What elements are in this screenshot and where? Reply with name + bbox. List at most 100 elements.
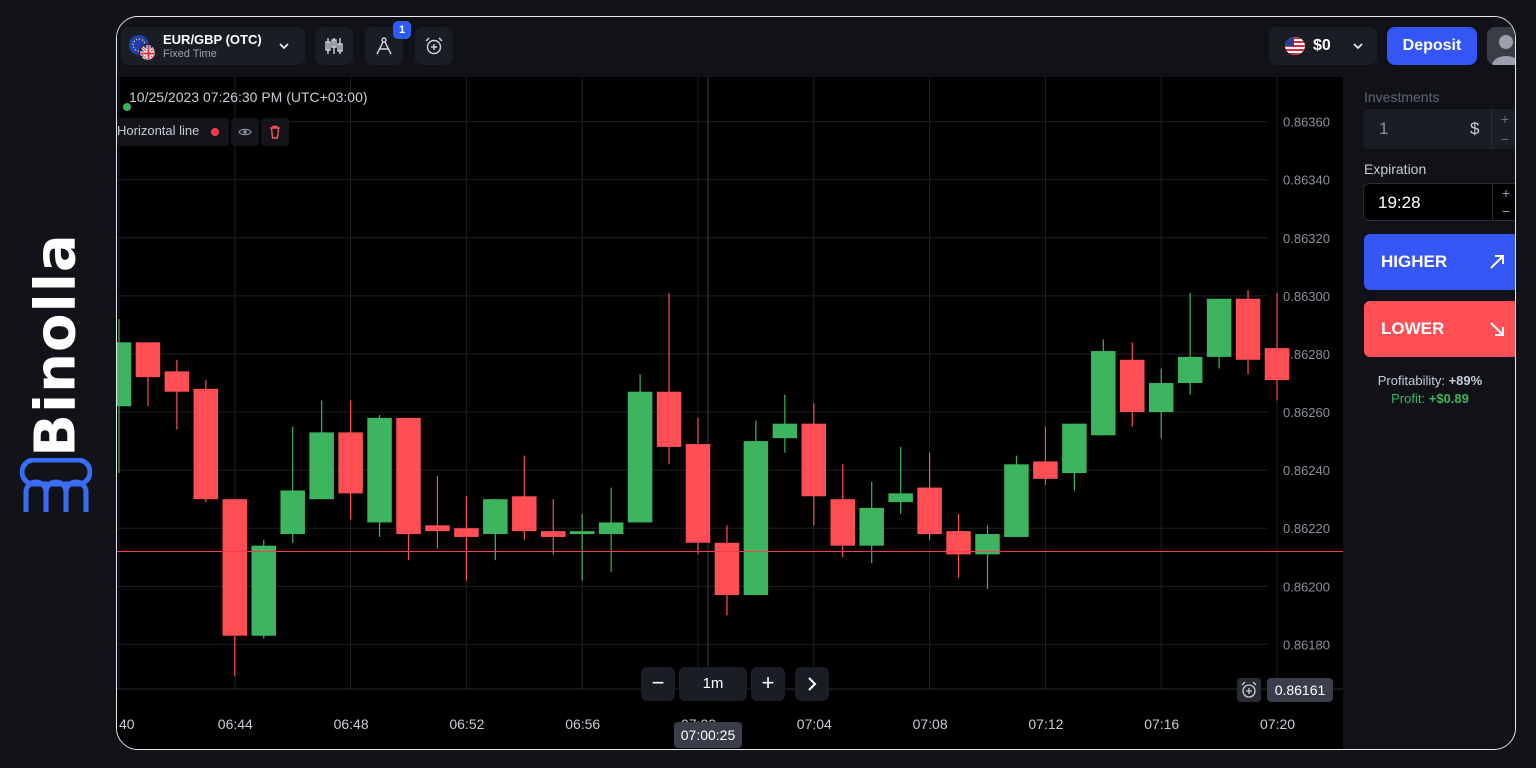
candle-up (1177, 356, 1203, 383)
profit-label: Profit: (1391, 391, 1426, 406)
y-tick-label: 0.86340 (1283, 173, 1330, 188)
candle-down (946, 531, 971, 555)
lower-label: LOWER (1381, 319, 1445, 338)
investment-value: 1 (1379, 119, 1389, 138)
y-tick-label: 0.86180 (1283, 637, 1330, 652)
zoom-in-button[interactable]: + (751, 667, 785, 701)
indicators-button[interactable] (315, 27, 353, 65)
timeframe-selector[interactable]: 1m (679, 667, 747, 701)
investment-decrease-button[interactable]: − (1492, 129, 1515, 149)
y-tick-label: 0.86360 (1283, 115, 1330, 130)
trading-app-window: EUR/GBP (OTC) Fixed Time 1 $0 Deposit 0.… (116, 16, 1516, 750)
investment-field[interactable]: 1 $ + − (1363, 109, 1515, 149)
candle-up (367, 417, 392, 523)
toggle-visibility-button[interactable] (231, 118, 259, 146)
brand-block: Binolla (14, 233, 98, 520)
y-tick-label: 0.86240 (1283, 463, 1330, 478)
expiration-label: Expiration (1364, 161, 1427, 177)
expiration-field[interactable]: 19:28 + − (1363, 183, 1515, 221)
avatar[interactable] (1487, 27, 1515, 65)
trash-icon (270, 125, 280, 139)
candle-down (1033, 461, 1058, 479)
candle-down (830, 499, 855, 546)
y-tick-label: 0.86320 (1283, 231, 1330, 246)
currency-pair-flags-icon (129, 35, 157, 61)
candle-up (117, 342, 132, 407)
crosshair-time-label: 07:00:25 (674, 722, 742, 748)
chevron-down-icon (1353, 43, 1363, 50)
asset-name: EUR/GBP (OTC) (163, 32, 262, 47)
eye-icon (238, 128, 252, 136)
lower-button[interactable]: LOWER (1364, 301, 1515, 357)
x-tick-label: 06:48 (334, 716, 369, 732)
currency-symbol: $ (1470, 119, 1480, 138)
candle-down (193, 388, 219, 500)
y-tick-label: 0.86200 (1283, 579, 1330, 594)
investments-label: Investments (1364, 89, 1440, 105)
candlestick-chart[interactable]: 0.86360 0.86340 0.86320 0.86300 0.86280 0.862… (117, 77, 1343, 750)
x-tick-label: 07:12 (1028, 716, 1063, 732)
higher-button[interactable]: HIGHER (1364, 234, 1515, 290)
brand-logo-icon (20, 458, 92, 512)
horizontal-line-drawing-tag: Horizontal line (117, 118, 291, 146)
horizontal-line-label[interactable]: Horizontal line (117, 118, 229, 146)
horizontal-line-label-text: Horizontal line (117, 123, 200, 138)
drawings-count-badge: 1 (393, 21, 411, 39)
higher-label: HIGHER (1381, 252, 1448, 271)
deposit-button[interactable]: Deposit (1387, 27, 1477, 65)
candle-up (251, 545, 276, 636)
alerts-button[interactable] (415, 27, 453, 65)
candle-up (1004, 464, 1029, 537)
profit-row: Profit: +$0.89 (1343, 391, 1515, 406)
alarm-clock-add-icon (425, 37, 443, 55)
expiration-decrease-button[interactable]: − (1493, 202, 1515, 220)
timestamp-text: 10/25/2023 07:26:30 PM (UTC+03:00) (129, 89, 368, 105)
candle-down (164, 371, 190, 392)
candle-down (222, 499, 248, 636)
expiration-increase-button[interactable]: + (1493, 184, 1515, 202)
candles-icon (325, 38, 343, 54)
candle-up (627, 391, 653, 523)
profitability-row: Profitability: +89% (1343, 373, 1515, 388)
price-alert-button[interactable] (1237, 678, 1261, 702)
asset-selector[interactable]: EUR/GBP (OTC) Fixed Time (121, 27, 305, 65)
candle-down (454, 528, 479, 537)
y-tick-label: 0.86300 (1283, 289, 1330, 304)
x-tick-label: 40 (119, 716, 135, 732)
candle-down (396, 417, 421, 535)
zoom-out-button[interactable]: − (641, 667, 675, 701)
investment-increase-button[interactable]: + (1492, 109, 1515, 129)
candle-up (772, 423, 798, 439)
line-color-dot (211, 128, 219, 136)
screenshot-stage: Binolla EUR/GBP (OTC) Fixed Time 1 $0 De… (0, 0, 1536, 768)
scroll-forward-button[interactable] (795, 667, 829, 701)
balance-amount: $0 (1313, 37, 1331, 54)
expiration-value: 19:28 (1378, 193, 1421, 212)
price-chart[interactable]: 0.86360 0.86340 0.86320 0.86300 0.86280 0.862… (117, 77, 1343, 750)
trade-panel: Investments 1 $ + − Expiration 19:28 + −… (1343, 77, 1515, 749)
y-tick-label: 0.86260 (1283, 405, 1330, 420)
drawing-tools-button[interactable]: 1 (365, 21, 411, 65)
current-price-tag: 0.86161 (1267, 678, 1333, 702)
candle-down (135, 342, 161, 378)
candle-up (598, 522, 624, 535)
delete-drawing-button[interactable] (261, 118, 289, 146)
candle-up (569, 531, 595, 535)
candle-down (801, 423, 827, 497)
profitability-value: +89% (1448, 373, 1483, 388)
compass-icon (376, 37, 392, 55)
x-tick-label: 06:56 (565, 716, 600, 732)
candle-up (1062, 423, 1087, 474)
x-tick-label: 06:52 (449, 716, 484, 732)
arrow-up-right-icon (1490, 255, 1504, 269)
x-tick-label: 07:16 (1144, 716, 1179, 732)
candle-up (888, 493, 913, 503)
candle-up (1091, 351, 1116, 436)
x-tick-label: 06:44 (218, 716, 253, 732)
balance-selector[interactable]: $0 (1269, 27, 1377, 65)
candle-down (541, 531, 566, 537)
x-tick-label: 07:04 (797, 716, 832, 732)
expiration-stepper: + − (1492, 184, 1515, 220)
investment-stepper: + − (1491, 109, 1515, 149)
profit-value: +$0.89 (1428, 391, 1469, 406)
